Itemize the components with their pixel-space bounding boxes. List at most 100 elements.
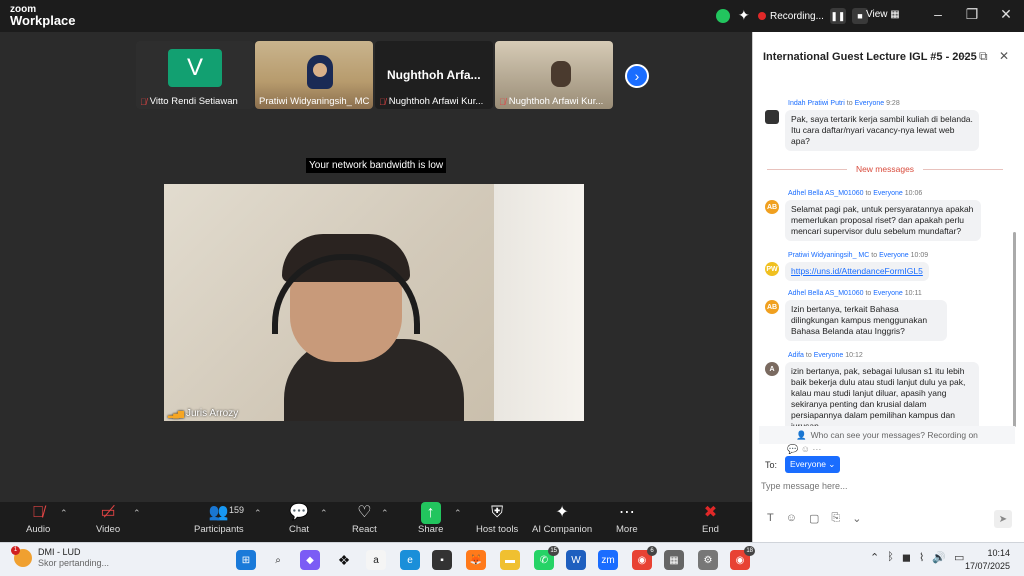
participant-name: Nughthoh Arfawi Kur... bbox=[388, 96, 484, 107]
screenshot-icon[interactable]: ⎘ bbox=[831, 512, 840, 525]
ai-sparkle-icon[interactable]: ✦ bbox=[738, 7, 750, 24]
file-explorer-icon[interactable]: ▬ bbox=[500, 550, 520, 570]
participant-name: Pratiwi Widyaningsih_ MC bbox=[259, 96, 370, 107]
attendance-link[interactable]: https://uns.id/AttendanceFormIGL5 bbox=[785, 262, 929, 281]
message-meta: Pratiwi Widyaningsih_ MC to Everyone 10:… bbox=[788, 252, 929, 259]
chat-title: International Guest Lecture IGL #5 - 202… bbox=[763, 51, 977, 63]
message-bubble: izin bertanya, pak, sebagai lulusan s1 i… bbox=[785, 362, 979, 436]
chat-panel: International Guest Lecture IGL #5 - 202… bbox=[752, 32, 1024, 542]
end-button[interactable]: ✖ End bbox=[702, 502, 719, 542]
send-button[interactable]: ➤ bbox=[994, 510, 1012, 528]
dropbox-icon[interactable]: ❖ bbox=[334, 550, 354, 570]
terminal-icon[interactable]: ▪ bbox=[432, 550, 452, 570]
recipient-dropdown[interactable]: Everyone ⌄ bbox=[785, 456, 841, 473]
security-shield-icon[interactable] bbox=[716, 9, 730, 23]
ai-companion-button[interactable]: ✦ AI Companion bbox=[532, 502, 592, 542]
firefox-icon[interactable]: 🦊 bbox=[466, 550, 486, 570]
host-tools-button[interactable]: ⛨ Host tools bbox=[476, 502, 518, 542]
participants-count: 159 bbox=[229, 505, 245, 515]
next-page-button[interactable]: › bbox=[625, 64, 649, 88]
tile-display-name: Nughthoh Arfa... bbox=[387, 68, 481, 82]
widget-icon: 1 bbox=[11, 546, 32, 567]
audio-button[interactable]: 🎙̸ Audio bbox=[26, 502, 50, 542]
emoji-icon[interactable]: ☺ bbox=[786, 512, 797, 525]
chevron-up-icon[interactable]: ⌃ bbox=[870, 551, 879, 564]
react-options-caret[interactable]: ⌃ bbox=[381, 508, 389, 519]
chat-message-input[interactable] bbox=[761, 476, 1017, 496]
more-button[interactable]: ⋯ More bbox=[616, 502, 638, 542]
recording-indicator: Recording... ❚❚ ■ bbox=[758, 6, 868, 26]
shield-icon: ⛨ bbox=[491, 504, 504, 521]
volume-icon[interactable]: 🔊 bbox=[932, 551, 946, 564]
meeting-toolbar: 🎙̸ Audio ⌃ ▭̸ Video ⌃ 👥 Participants 159 ⌃ … bbox=[0, 502, 752, 542]
calculator-icon[interactable]: ▦ bbox=[664, 550, 684, 570]
more-tools-caret[interactable]: ⌄ bbox=[852, 512, 861, 525]
copilot-icon[interactable]: ◆ bbox=[300, 550, 320, 570]
amazon-icon[interactable]: a bbox=[366, 550, 386, 570]
avatar: PW bbox=[765, 262, 779, 276]
participant-tile-pratiwi[interactable]: Pratiwi Widyaningsih_ MC bbox=[255, 41, 373, 109]
wifi-icon[interactable]: ⌇ bbox=[919, 551, 924, 564]
chat-messages: Indah Pratiwi Putri to Everyone 9:28 Pak… bbox=[753, 66, 1017, 458]
zoom-icon[interactable]: zm bbox=[598, 550, 618, 570]
windows-taskbar: 1 DMI - LUD Skor pertanding... ⊞ ⌕ ◆ ❖ a … bbox=[0, 542, 1024, 576]
file-icon[interactable]: ▢ bbox=[809, 512, 819, 525]
signal-bars-icon: ▂▄▆ bbox=[168, 409, 184, 418]
close-icon[interactable]: ✕ bbox=[996, 6, 1016, 23]
search-icon[interactable]: ⌕ bbox=[268, 550, 288, 570]
view-button[interactable]: View ▦ bbox=[866, 9, 900, 20]
message-actions[interactable]: 💬 ☺ ⋯ bbox=[787, 444, 821, 455]
clock[interactable]: 10:14 17/07/2025 bbox=[965, 547, 1010, 573]
participants-icon: 👥 bbox=[208, 504, 229, 521]
participant-tile-nughthoh-1[interactable]: Nughthoh Arfa... 🎙̸ Nughthoh Arfawi Kur..… bbox=[375, 41, 493, 109]
edge-icon[interactable]: e bbox=[400, 550, 420, 570]
participants-options-caret[interactable]: ⌃ bbox=[254, 508, 262, 519]
pause-recording-button[interactable]: ❚❚ bbox=[829, 8, 846, 24]
share-options-caret[interactable]: ⌃ bbox=[454, 508, 462, 519]
chrome-profile-icon[interactable]: ◉ 18 bbox=[730, 546, 755, 570]
chat-icon: 💬 bbox=[289, 504, 309, 521]
start-icon[interactable]: ⊞ bbox=[236, 550, 256, 570]
word-icon[interactable]: W bbox=[566, 550, 586, 570]
share-icon: ↑ bbox=[420, 502, 441, 524]
message-visibility-info[interactable]: 👤 Who can see your messages? Recording on bbox=[759, 426, 1015, 444]
end-icon: ✖ bbox=[703, 504, 718, 521]
participant-tile-nughthoh-2[interactable]: 🎙̸ Nughthoh Arfawi Kur... bbox=[495, 41, 613, 109]
react-button[interactable]: ♡ React bbox=[352, 502, 377, 542]
text-format-icon[interactable]: T bbox=[767, 512, 774, 525]
chrome-icon[interactable]: ◉ 6 bbox=[632, 546, 657, 570]
restore-icon[interactable]: ❐ bbox=[962, 6, 982, 23]
participant-tile-vitto[interactable]: V 🎙̸ Vitto Rendi Setiawan bbox=[136, 41, 254, 109]
minimize-icon[interactable]: – bbox=[928, 6, 948, 22]
active-speaker-video[interactable]: ▂▄▆ Juris Arrozy bbox=[164, 184, 584, 421]
more-options-icon[interactable]: ⋯ bbox=[959, 49, 971, 63]
settings-icon[interactable]: ⚙ bbox=[698, 550, 718, 570]
chat-options-caret[interactable]: ⌃ bbox=[320, 508, 328, 519]
mic-muted-icon: 🎙̸ bbox=[379, 96, 386, 107]
participant-name: Nughthoh Arfawi Kur... bbox=[508, 96, 604, 107]
close-chat-icon[interactable]: ✕ bbox=[999, 49, 1009, 63]
chat-button[interactable]: 💬 Chat bbox=[289, 502, 309, 542]
system-tray: ⌃ ᛒ ◼ ⌇ 🔊 ▭ bbox=[870, 551, 964, 564]
whatsapp-icon[interactable]: ✆ 15 bbox=[534, 546, 559, 570]
window-light bbox=[494, 184, 584, 421]
video-options-caret[interactable]: ⌃ bbox=[133, 508, 141, 519]
share-button[interactable]: ↑ Share bbox=[418, 502, 443, 542]
avatar bbox=[765, 110, 779, 124]
battery-icon[interactable]: ▭ bbox=[954, 551, 964, 564]
message-bubble: Izin bertanya, terkait Bahasa dilingkung… bbox=[785, 300, 947, 341]
speaker-name: Juris Arrozy bbox=[185, 408, 239, 419]
face bbox=[313, 63, 327, 77]
avatar: A bbox=[765, 362, 779, 376]
audio-options-caret[interactable]: ⌃ bbox=[60, 508, 68, 519]
mic-muted-icon: 🎙̸ bbox=[32, 504, 45, 521]
participant-name: Vitto Rendi Setiawan bbox=[149, 96, 238, 107]
ai-sparkle-icon: ✦ bbox=[555, 504, 569, 521]
video-button[interactable]: ▭̸ Video bbox=[96, 502, 120, 542]
message-meta: Indah Pratiwi Putri to Everyone 9:28 bbox=[788, 100, 900, 107]
bluetooth-icon[interactable]: ᛒ bbox=[887, 551, 894, 564]
app-tray-icon[interactable]: ◼ bbox=[902, 551, 911, 564]
chat-scrollbar[interactable] bbox=[1013, 232, 1016, 427]
pop-out-icon[interactable]: ⧉ bbox=[979, 49, 988, 64]
news-widget[interactable]: 1 DMI - LUD Skor pertanding... bbox=[11, 546, 109, 569]
